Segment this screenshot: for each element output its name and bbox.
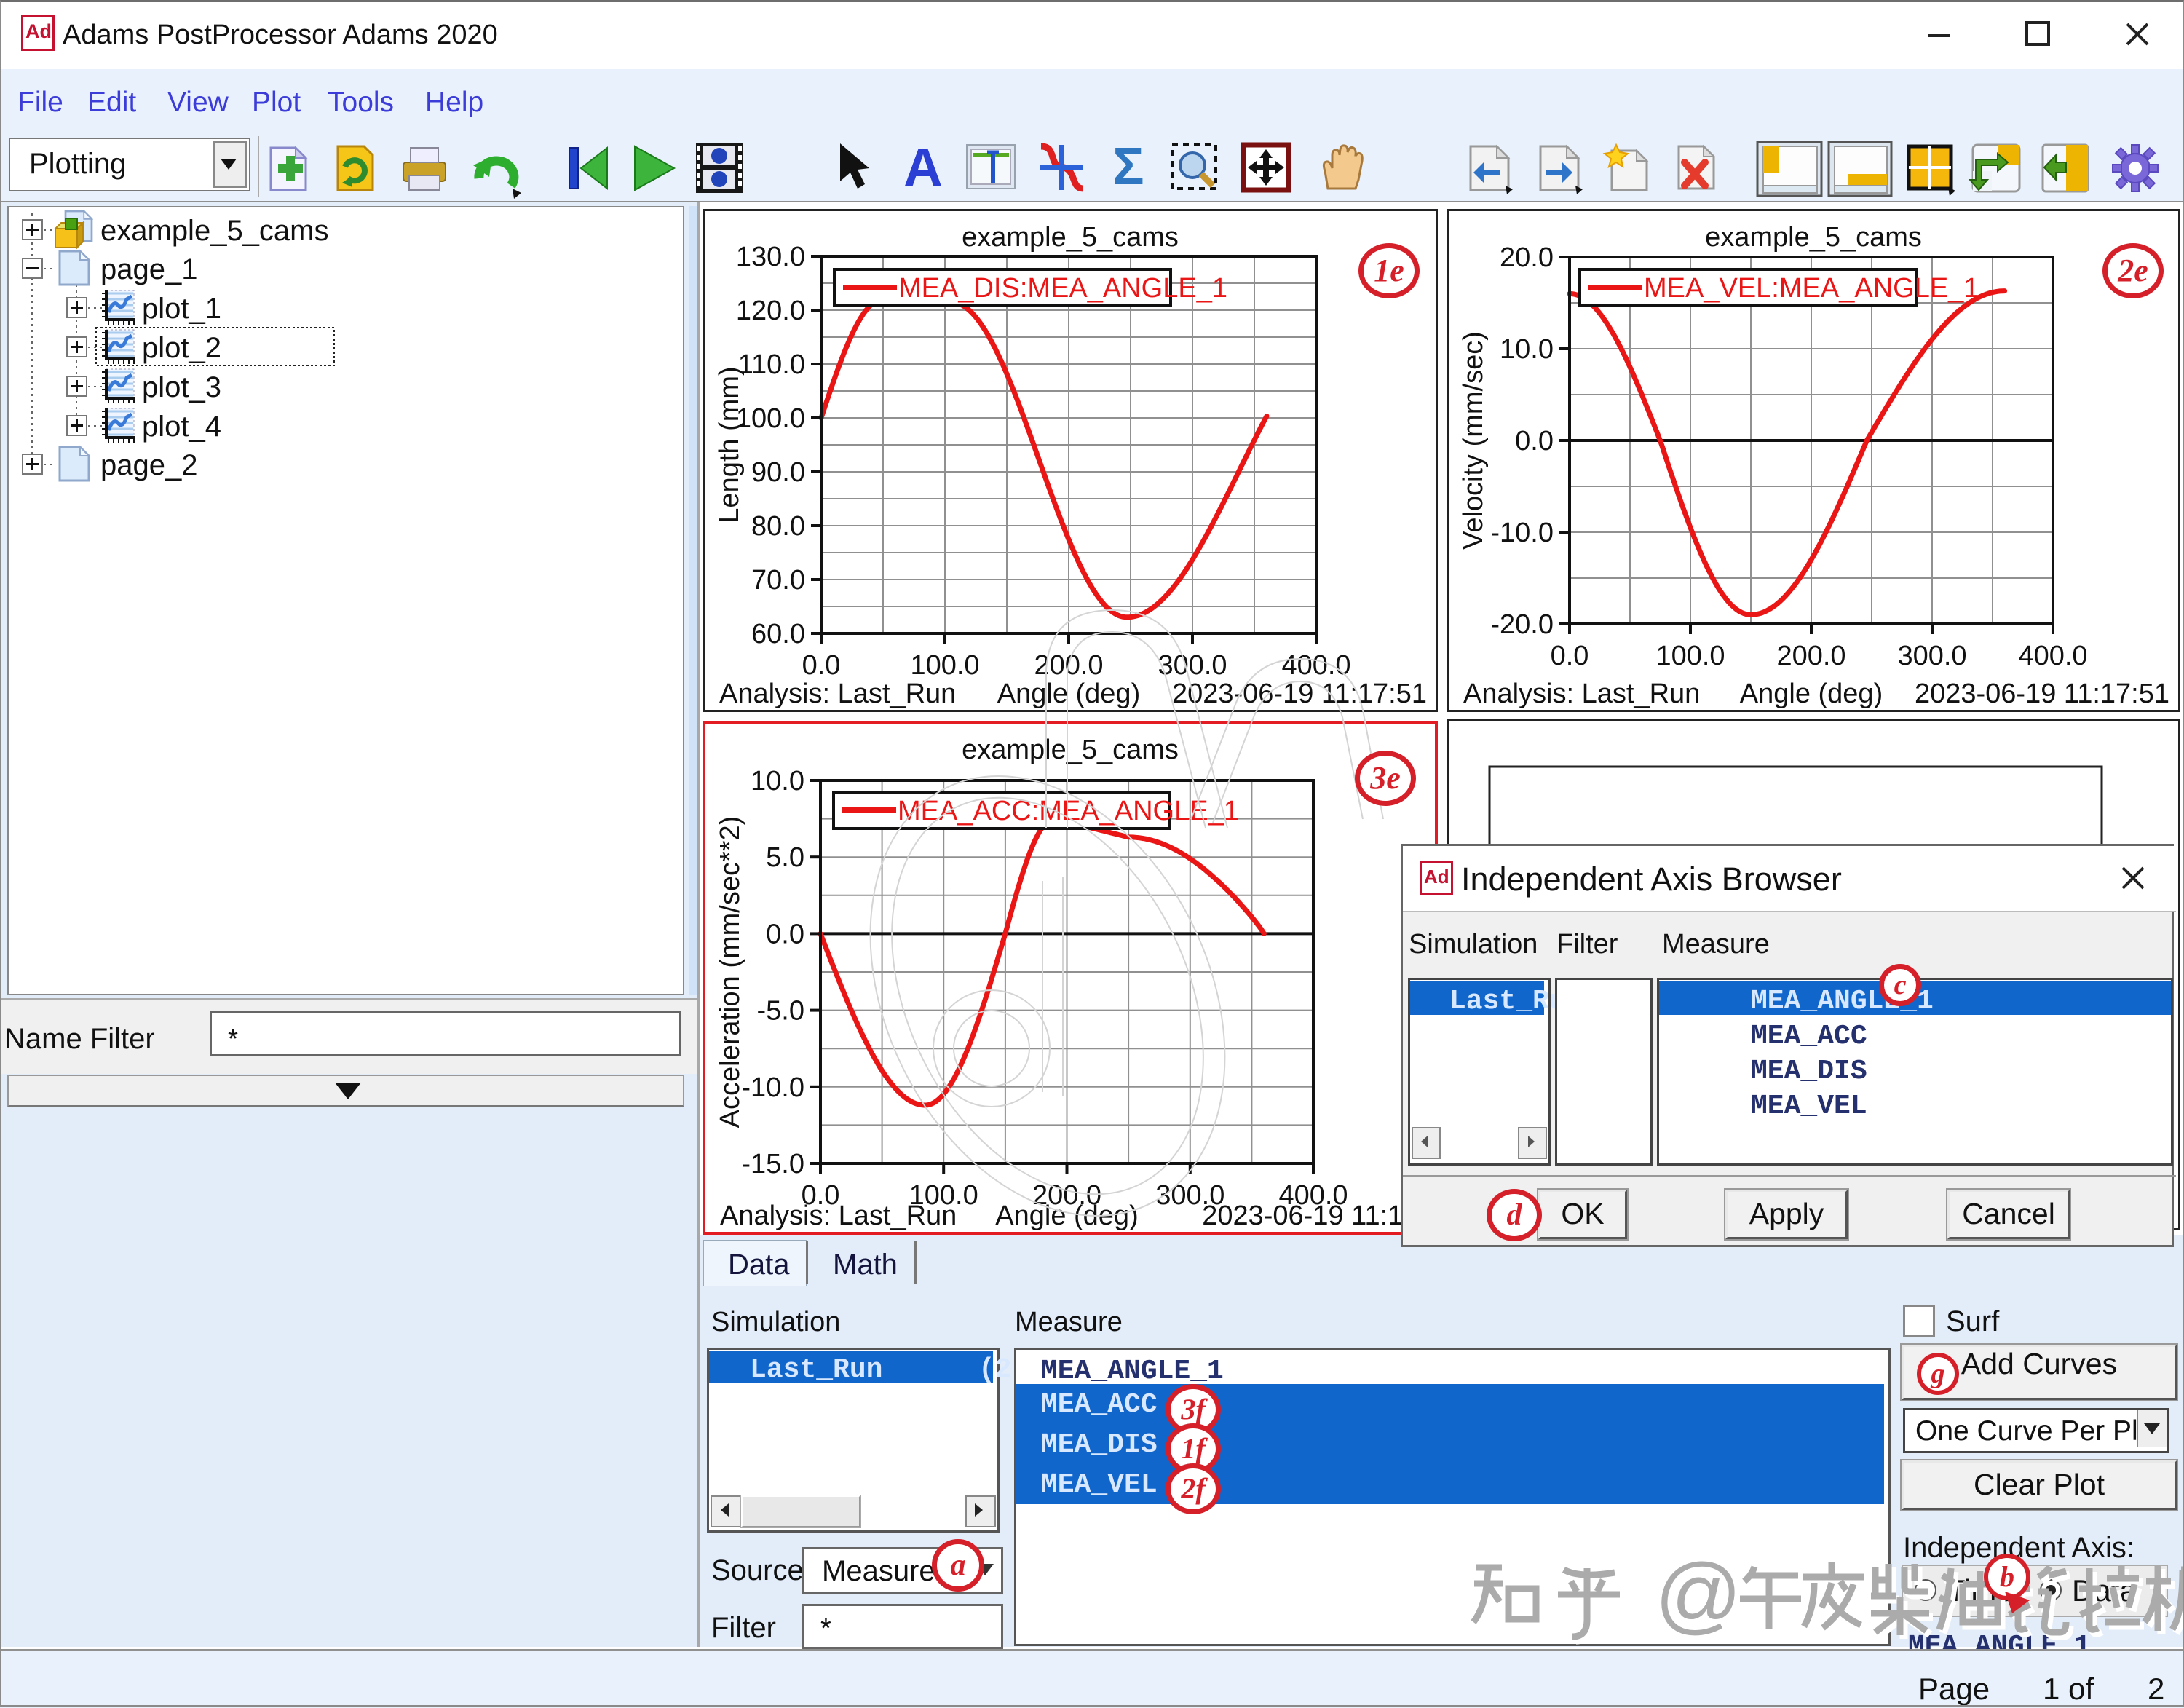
svg-text:MEA_DIS:MEA_ANGLE_1: MEA_DIS:MEA_ANGLE_1: [898, 273, 1227, 304]
svg-text:300.0: 300.0: [1897, 641, 1966, 671]
svg-text:70.0: 70.0: [751, 565, 805, 596]
svg-text:60.0: 60.0: [751, 619, 805, 649]
svg-text:page_1: page_1: [100, 253, 197, 285]
svg-text:80.0: 80.0: [751, 511, 805, 542]
svg-text:-20.0: -20.0: [1490, 609, 1554, 640]
svg-text:example_5_cams: example_5_cams: [962, 735, 1179, 765]
svg-text:10.0: 10.0: [1500, 334, 1554, 365]
svg-text:Angle (deg): Angle (deg): [1740, 679, 1883, 709]
svg-text:20.0: 20.0: [1500, 242, 1554, 273]
svg-text:300.0: 300.0: [1158, 650, 1227, 681]
svg-text:plot_2: plot_2: [142, 332, 221, 364]
svg-text:MEA_VEL:MEA_ANGLE_1: MEA_VEL:MEA_ANGLE_1: [1644, 273, 1979, 304]
svg-text:2023-06-19 11:17:51: 2023-06-19 11:17:51: [1172, 679, 1427, 709]
svg-text:-10.0: -10.0: [1490, 518, 1554, 548]
svg-text:120.0: 120.0: [736, 296, 805, 326]
svg-text:200.0: 200.0: [1034, 650, 1103, 681]
svg-text:Angle (deg): Angle (deg): [997, 679, 1140, 709]
svg-text:Σ: Σ: [1112, 138, 1144, 196]
svg-text:0.0: 0.0: [766, 919, 804, 949]
svg-text:2023-06-19 11:17:51: 2023-06-19 11:17:51: [1915, 679, 2169, 709]
svg-text:100.0: 100.0: [910, 650, 979, 681]
svg-text:A: A: [903, 137, 942, 197]
svg-text:130.0: 130.0: [736, 242, 805, 272]
svg-text:plot_1: plot_1: [142, 293, 221, 325]
svg-text:-5.0: -5.0: [757, 996, 804, 1027]
svg-text:example_5_cams: example_5_cams: [962, 222, 1179, 253]
svg-text:-15.0: -15.0: [741, 1149, 804, 1179]
svg-text:0.0: 0.0: [1551, 641, 1589, 671]
svg-text:Analysis: Last_Run: Analysis: Last_Run: [719, 679, 956, 709]
svg-text:10.0: 10.0: [751, 766, 804, 796]
svg-text:Analysis: Last_Run: Analysis: Last_Run: [720, 1201, 957, 1231]
svg-text:page_2: page_2: [100, 449, 197, 481]
svg-text:plot_3: plot_3: [142, 371, 221, 403]
svg-text:Analysis: Last_Run: Analysis: Last_Run: [1463, 679, 1700, 709]
svg-text:400.0: 400.0: [2018, 641, 2087, 671]
svg-text:Length (mm): Length (mm): [714, 366, 745, 523]
svg-text:-10.0: -10.0: [741, 1072, 804, 1103]
svg-text:400.0: 400.0: [1281, 650, 1350, 681]
svg-text:5.0: 5.0: [766, 842, 804, 873]
svg-text:90.0: 90.0: [751, 457, 805, 488]
svg-text:Velocity (mm/sec): Velocity (mm/sec): [1458, 331, 1489, 550]
svg-text:100.0: 100.0: [736, 403, 805, 434]
svg-text:Acceleration (mm/sec**2): Acceleration (mm/sec**2): [715, 816, 745, 1128]
svg-text:example_5_cams: example_5_cams: [1705, 222, 1922, 253]
svg-text:MEA_ACC:MEA_ANGLE_1: MEA_ACC:MEA_ANGLE_1: [898, 796, 1239, 826]
svg-text:0.0: 0.0: [802, 650, 841, 681]
svg-text:0.0: 0.0: [1515, 426, 1554, 456]
svg-text:2023-06-19 11:17:: 2023-06-19 11:17:: [1202, 1201, 1426, 1231]
svg-text:Angle (deg): Angle (deg): [995, 1201, 1138, 1231]
svg-text:110.0: 110.0: [738, 349, 805, 380]
svg-text:200.0: 200.0: [1776, 641, 1845, 671]
svg-text:100.0: 100.0: [1655, 641, 1725, 671]
svg-text:plot_4: plot_4: [142, 411, 221, 443]
svg-text:example_5_cams: example_5_cams: [100, 215, 329, 247]
